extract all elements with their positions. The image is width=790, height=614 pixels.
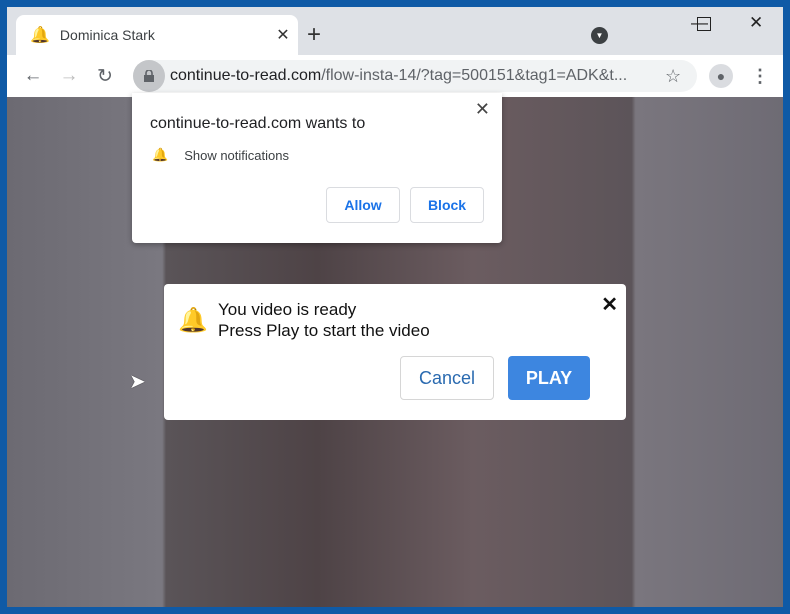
forward-icon[interactable]: → <box>51 65 87 87</box>
tab-title: Dominica Stark <box>59 27 155 43</box>
prompt-item: Show notifications <box>184 147 289 163</box>
prompt-close-icon[interactable]: ✕ <box>475 99 490 120</box>
url-text: continue-to-read.com/flow-insta-14/?tag=… <box>170 67 628 84</box>
toolbar: ← → ↻ continue-to-read.com/flow-insta-14… <box>7 55 783 97</box>
mouse-cursor-icon: ➤ <box>129 371 146 393</box>
cancel-button[interactable]: Cancel <box>400 356 494 400</box>
allow-button[interactable]: Allow <box>326 187 400 223</box>
bookmark-star-icon[interactable]: ☆ <box>665 66 681 87</box>
browser-window: 🔔 Dominica Stark ✕ + ▼ — ✕ ← → ↻ continu… <box>7 7 783 607</box>
back-icon[interactable]: ← <box>15 65 51 87</box>
profile-avatar-icon[interactable]: ● <box>709 64 733 88</box>
dialog-line2: Press Play to start the video <box>218 321 430 340</box>
dialog-close-icon[interactable]: ✕ <box>601 292 618 317</box>
tab-close-icon[interactable]: ✕ <box>268 25 298 45</box>
block-button[interactable]: Block <box>410 187 484 223</box>
menu-kebab-icon[interactable]: ⋮ <box>751 66 769 87</box>
notification-permission-prompt: continue-to-read.com wants to ✕ 🔔 Show no… <box>132 93 502 243</box>
close-window-button[interactable]: ✕ <box>749 13 763 33</box>
prompt-heading: continue-to-read.com wants to <box>150 115 366 132</box>
address-bar[interactable]: continue-to-read.com/flow-insta-14/?tag=… <box>133 60 697 92</box>
tab-search-icon[interactable]: ▼ <box>591 27 608 44</box>
new-tab-button[interactable]: + <box>307 21 321 49</box>
lock-icon[interactable] <box>133 60 165 92</box>
tab-active[interactable]: 🔔 Dominica Stark ✕ <box>16 15 298 55</box>
video-ready-dialog: 🔔 You video is ready Press Play to start… <box>164 284 626 420</box>
maximize-button[interactable] <box>697 17 711 31</box>
bell-favicon-icon: 🔔 <box>30 27 50 44</box>
reload-icon[interactable]: ↻ <box>87 65 123 88</box>
dialog-line1: You video is ready <box>218 300 357 319</box>
bell-icon: 🔔 <box>152 147 169 162</box>
play-button[interactable]: PLAY <box>508 356 590 400</box>
page-content: continue-to-read.com wants to ✕ 🔔 Show no… <box>7 93 783 607</box>
red-bell-icon: 🔔 <box>178 307 208 334</box>
